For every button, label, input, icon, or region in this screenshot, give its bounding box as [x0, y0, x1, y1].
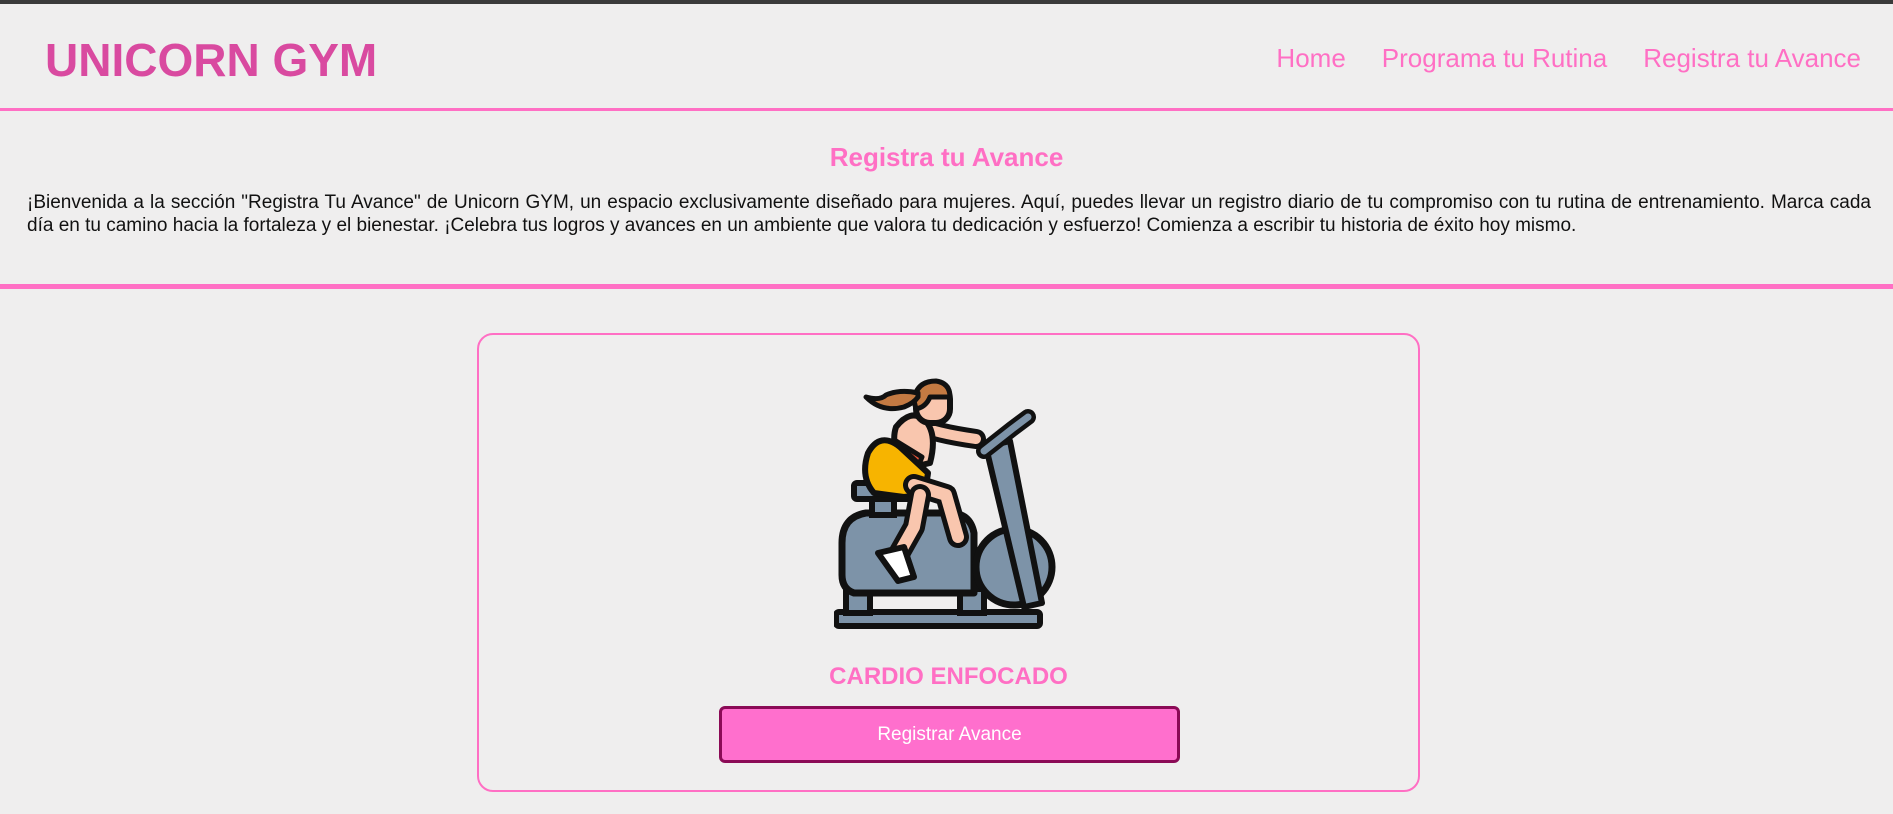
stationary-bike-woman-icon	[834, 378, 1056, 629]
nav-link-registra-avance[interactable]: Registra tu Avance	[1643, 42, 1861, 74]
workout-title: CARDIO ENFOCADO	[829, 663, 1068, 690]
site-logo[interactable]: UNICORN GYM	[45, 34, 377, 86]
intro-section: Registra tu Avance ¡Bienvenida a la secc…	[0, 111, 1893, 289]
main-nav: Home Programa tu Rutina Registra tu Avan…	[1276, 42, 1861, 74]
section-title: Registra tu Avance	[829, 142, 1064, 172]
nav-link-programa-rutina[interactable]: Programa tu Rutina	[1382, 42, 1607, 74]
site-header: UNICORN GYM Home Programa tu Rutina Regi…	[0, 4, 1893, 111]
section-description: ¡Bienvenida a la sección "Registra Tu Av…	[27, 192, 1871, 236]
register-progress-button[interactable]: Registrar Avance	[719, 706, 1180, 763]
workout-card: CARDIO ENFOCADO Registrar Avance	[477, 333, 1420, 792]
nav-link-home[interactable]: Home	[1276, 42, 1345, 74]
